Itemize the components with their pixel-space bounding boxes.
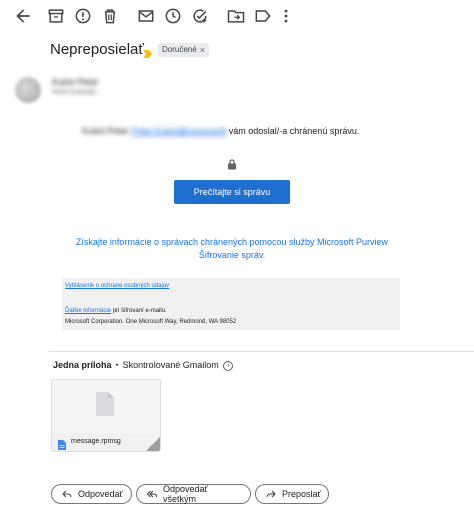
notice-text: vám odoslal/-a chránenú správu. — [228, 126, 360, 136]
separator-dot: • — [115, 360, 119, 370]
forward-button[interactable]: Preposlať — [255, 484, 329, 504]
learn-more-link[interactable]: Získajte informácie o správach chránenýc… — [62, 236, 402, 262]
info-icon[interactable]: i — [223, 360, 234, 371]
more-vert-icon[interactable] — [276, 6, 296, 26]
report-spam-icon[interactable] — [73, 6, 93, 26]
attachments-divider — [49, 351, 474, 352]
encryption-info-line: Ďalšie informácie pri šifrovaní e-mailu. — [65, 308, 167, 314]
lock-icon — [227, 157, 237, 170]
sender-name: Kubol Peter — [52, 77, 100, 87]
attachment-info-bar: message.rpmsg — [52, 433, 160, 451]
notice-sender-name: Kubol Peter — [82, 126, 130, 136]
reply-all-icon — [147, 489, 157, 499]
document-preview-icon — [96, 392, 114, 416]
attachment-card[interactable]: message.rpmsg — [51, 379, 161, 452]
info-suffix: pri šifrovaní e-mailu. — [111, 308, 167, 314]
read-message-button[interactable]: Prečítajte si správu — [174, 180, 290, 204]
remove-label-button[interactable]: × — [200, 43, 205, 57]
message-footer: Vyhlásenie o ochrane osobných údajov Ďal… — [62, 278, 400, 330]
inbox-label-text: Doručené — [162, 45, 197, 54]
move-to-icon[interactable] — [226, 6, 246, 26]
forward-label: Preposlať — [282, 489, 321, 499]
toolbar — [0, 0, 474, 32]
reply-label: Odpovedať — [78, 489, 123, 499]
privacy-statement-link[interactable]: Vyhlásenie o ochrane osobných údajov — [65, 283, 169, 289]
reply-button[interactable]: Odpovedať — [51, 484, 132, 504]
corporate-address: Microsoft Corporation. One Microsoft Way… — [65, 319, 237, 325]
reply-all-button[interactable]: Odpovedať všetkým — [136, 484, 251, 504]
sender-email: Peter.Kubol@... — [52, 89, 102, 96]
importance-marker-icon[interactable] — [143, 45, 152, 58]
archive-icon[interactable] — [46, 6, 66, 26]
reply-icon — [62, 489, 72, 499]
add-to-tasks-icon[interactable] — [190, 6, 210, 26]
delete-icon[interactable] — [100, 6, 120, 26]
reply-all-label: Odpovedať všetkým — [163, 484, 208, 504]
inbox-label-chip[interactable]: Doručené × — [158, 43, 209, 57]
sender-avatar[interactable] — [15, 77, 41, 103]
email-subject: Nepreposielať — [50, 41, 145, 58]
label-icon[interactable] — [253, 6, 273, 26]
forward-icon — [266, 489, 276, 499]
snooze-icon[interactable] — [163, 6, 183, 26]
mark-unread-icon[interactable] — [136, 6, 156, 26]
notice-sender-email-link[interactable]: Peter.Kubol@nexonsoft — [132, 126, 227, 136]
more-info-link[interactable]: Ďalšie informácie — [65, 308, 111, 314]
attachments-header: Jedna príloha • Skontrolované Gmailom i — [53, 360, 234, 371]
back-arrow-icon[interactable] — [13, 6, 33, 26]
file-icon — [58, 437, 66, 450]
attachments-count: Jedna príloha — [53, 360, 112, 370]
scanned-by-gmail: Skontrolované Gmailom — [122, 360, 219, 370]
attachment-file-name: message.rpmsg — [71, 438, 121, 445]
protected-message-notice: Kubol Peter Peter.Kubol@nexonsoft vám od… — [82, 126, 359, 136]
corner-fold — [146, 437, 160, 451]
